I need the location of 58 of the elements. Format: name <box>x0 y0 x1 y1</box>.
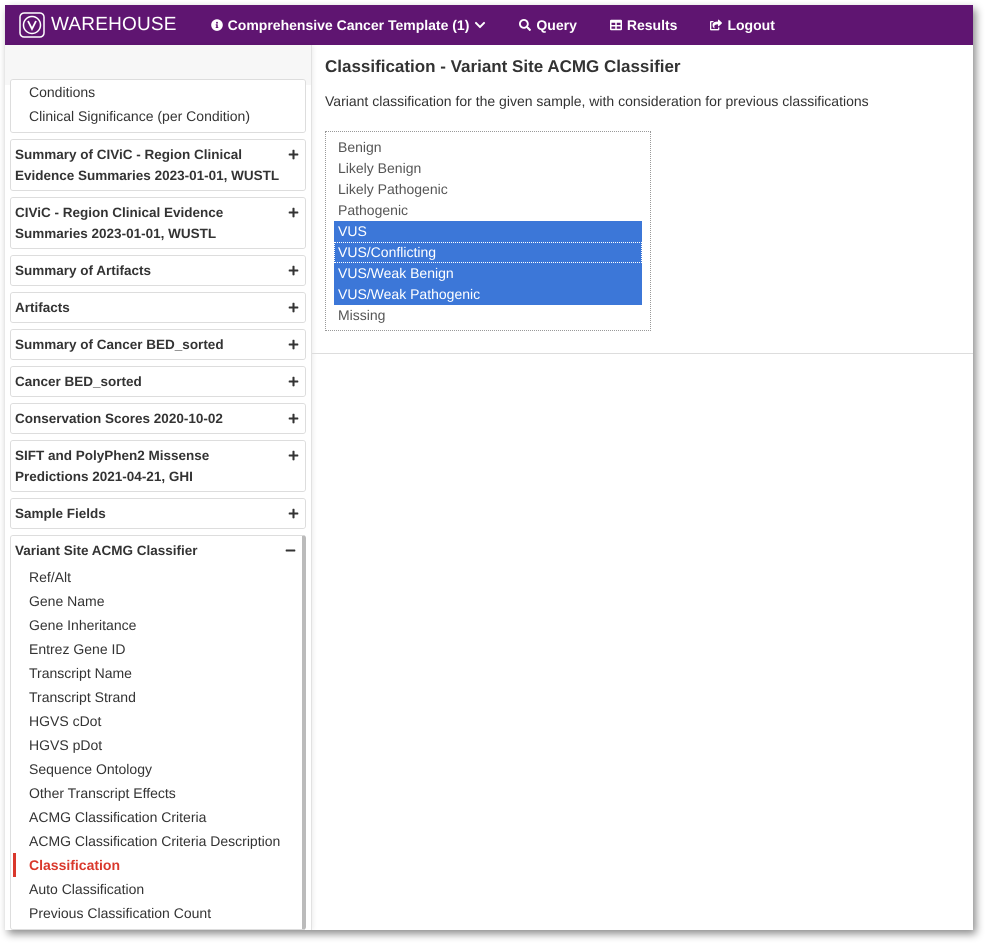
list-option[interactable]: Pathogenic <box>334 200 642 221</box>
field-link[interactable]: Conditions <box>13 80 96 104</box>
field-link[interactable]: Ref/Alt <box>13 565 72 589</box>
expand-icon[interactable] <box>288 413 299 424</box>
expand-icon[interactable] <box>288 508 299 519</box>
panel-title[interactable]: SIFT and PolyPhen2 Missense Predictions 2021-04-21, GHI <box>15 445 286 487</box>
panel-title[interactable]: Artifacts <box>15 297 70 318</box>
list-option[interactable]: Likely Benign <box>334 158 642 179</box>
panel-title[interactable]: Variant Site ACMG Classifier <box>15 540 198 561</box>
field-link[interactable]: HGVS cDot <box>13 709 102 733</box>
description: Variant classification for the given sample, with consideration for previous classifications <box>325 93 870 109</box>
table-icon <box>610 19 622 31</box>
list-option[interactable]: VUS/Weak Benign <box>334 263 642 284</box>
expand-icon[interactable] <box>288 376 299 387</box>
panel-title[interactable]: Sample Fields <box>15 503 106 524</box>
field-link[interactable]: Classification <box>13 853 120 877</box>
search-icon <box>519 19 532 31</box>
logout-icon <box>710 19 722 31</box>
field-link[interactable]: ACMG Classification Criteria Description <box>13 829 280 853</box>
list-option[interactable]: Benign <box>334 137 642 158</box>
panel-title[interactable]: Conservation Scores 2020-10-02 <box>15 408 223 429</box>
nav-link[interactable]: Comprehensive Cancer Template (1) <box>210 17 486 33</box>
field-link[interactable]: Gene Inheritance <box>13 613 136 637</box>
field-link[interactable]: HGVS pDot <box>13 733 102 757</box>
field-link[interactable]: Entrez Gene ID <box>13 637 126 661</box>
nav-link[interactable]: Query <box>519 17 577 33</box>
field-link[interactable]: Sequence Ontology <box>13 757 152 781</box>
list-option[interactable]: Missing <box>334 305 642 326</box>
expand-icon[interactable] <box>288 339 299 350</box>
field-link[interactable]: ACMG Classification Criteria <box>13 805 206 829</box>
expand-icon[interactable] <box>288 265 299 276</box>
field-link[interactable]: Gene Name <box>13 589 104 613</box>
list-option[interactable]: VUS/Weak Pathogenic <box>334 284 642 305</box>
list-option[interactable]: Likely Pathogenic <box>334 179 642 200</box>
logo-icon <box>19 12 45 38</box>
expand-icon[interactable] <box>288 450 299 461</box>
info-icon <box>210 19 223 31</box>
field-link[interactable]: Clinical Significance (per Condition) <box>13 104 250 128</box>
brand-name: WAREHOUSE <box>51 14 177 36</box>
expand-icon[interactable] <box>288 207 299 218</box>
field-link[interactable]: Transcript Strand <box>13 685 136 709</box>
field-link[interactable]: Transcript Name <box>13 661 132 685</box>
expand-icon[interactable] <box>288 302 299 313</box>
panel-title[interactable]: Cancer BED_sorted <box>15 371 142 392</box>
page-title: Classification - Variant Site ACMG Classifier <box>325 57 682 77</box>
panel-title[interactable]: CIViC - Region Clinical Evidence Summaries 2023-01-01, WUSTL <box>15 202 286 244</box>
panel-title[interactable]: Summary of CIViC - Region Clinical Evidence Summaries 2023-01-01, WUSTL <box>15 144 286 186</box>
field-link[interactable]: Other Transcript Effects <box>13 781 176 805</box>
classification-listbox[interactable]: Benign Likely Benign Likely Pathogenic Pathogenic VUS VUS/Conflicting VUS/Weak Benign VUS/Weak Pathogenic Missing <box>325 131 651 331</box>
field-link[interactable]: Auto Classification <box>13 877 144 901</box>
field-link[interactable]: Previous Classification Count <box>13 901 212 925</box>
list-option[interactable]: VUS <box>334 221 642 242</box>
panel-title[interactable]: Summary of Cancer BED_sorted <box>15 334 224 355</box>
nav-link[interactable]: Results <box>610 17 678 33</box>
nav-link[interactable]: Logout <box>710 17 775 33</box>
panel-title[interactable]: Summary of Artifacts <box>15 260 152 281</box>
list-option[interactable]: VUS/Conflicting <box>334 242 642 263</box>
expand-icon[interactable] <box>288 149 299 160</box>
